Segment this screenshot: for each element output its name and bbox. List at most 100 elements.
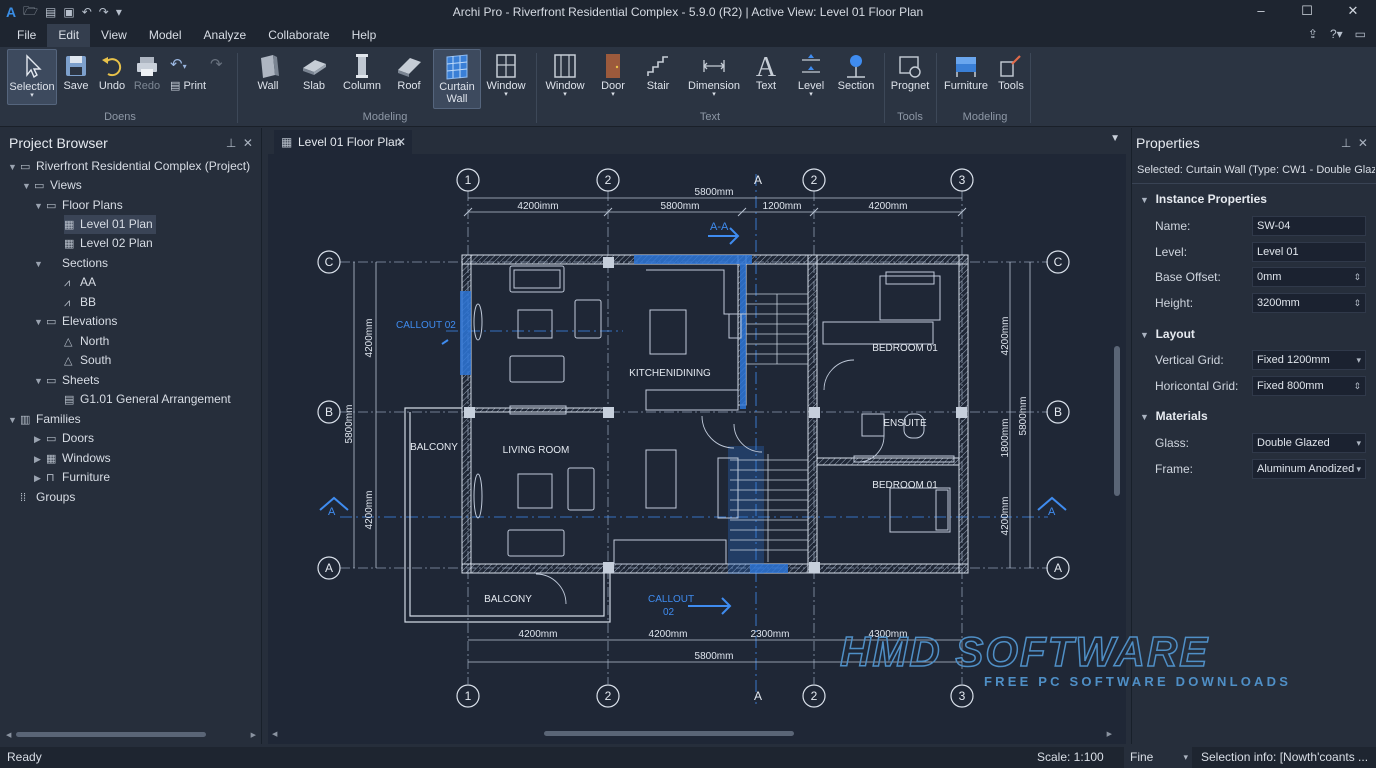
tree-item-windows[interactable]: ▶ ▦ Windows (34, 449, 111, 468)
undo-small-icon[interactable]: ↶▾ (170, 55, 187, 73)
selection-info: Selection info: [Nowth'coants ... (1201, 750, 1369, 764)
menu-edit[interactable]: Edit (47, 24, 91, 47)
view-tab-strip: ▦ Level 01 Floor Plan ✕ ▼ (268, 128, 1126, 154)
slab-button[interactable]: Slab (290, 49, 338, 105)
redo-quick-icon[interactable]: ↷ (99, 5, 109, 19)
share-icon[interactable]: ⇪ (1308, 27, 1318, 41)
grid-label-top-1: 1 (465, 173, 472, 187)
tree-item-sheets[interactable]: ▼ ▭ Sheets (34, 371, 99, 390)
close-tab-icon[interactable]: ✕ (396, 130, 406, 154)
menu-analyze[interactable]: Analyze (193, 24, 258, 47)
prop-base-offset-field[interactable]: 0mm ⇕ (1252, 267, 1366, 287)
pin-ribbon-icon[interactable]: ▭ (1355, 27, 1366, 41)
customize-quick-icon[interactable]: ▾ (116, 5, 122, 19)
tree-item-sheet-g101[interactable]: ▤ G1.01 General Arrangement (64, 390, 231, 409)
menu-help[interactable]: Help (341, 24, 388, 47)
tools-button[interactable]: Tools (987, 49, 1035, 105)
prop-level-field[interactable]: Level 01 (1252, 242, 1366, 262)
tree-item-views[interactable]: ▼ ▭ Views (22, 176, 82, 195)
tree-item-bb[interactable]: ⩘ BB (64, 293, 96, 312)
stair-button[interactable]: Stair (634, 49, 682, 105)
open-folder-icon[interactable]: 🗁 (23, 2, 38, 23)
browser-hscrollbar[interactable]: ◀ ▶ (6, 731, 256, 739)
section-instance-properties[interactable]: ▼ Instance Properties (1140, 192, 1267, 206)
tree-item-furniture[interactable]: ▶ ⊓ Furniture (34, 468, 110, 487)
tab-level-01-floor-plan[interactable]: ▦ Level 01 Floor Plan ✕ (274, 130, 412, 154)
tree-item-sections[interactable]: ▼ Sections (34, 254, 108, 273)
detail-level-select[interactable]: Fine ▾ (1124, 747, 1192, 768)
save-button[interactable]: Save (58, 49, 94, 105)
folder-icon[interactable]: ▤ (45, 5, 56, 19)
wall-button[interactable]: Wall (244, 49, 292, 105)
selection-button[interactable]: Selection ▾ (7, 49, 57, 105)
dim-right-4: 4200mm (1000, 497, 1011, 536)
level-button[interactable]: Level ▾ (787, 49, 835, 105)
column-button[interactable]: Column (338, 49, 386, 105)
prop-name-field[interactable]: SW-04 (1252, 216, 1366, 236)
undo-quick-icon[interactable]: ↶ (82, 5, 92, 19)
prop-height-field[interactable]: 3200mm ⇕ (1252, 293, 1366, 313)
roof-button[interactable]: Roof (385, 49, 433, 105)
door-button[interactable]: Door ▾ (589, 49, 637, 105)
tree-item-aa[interactable]: ⩘ AA (64, 273, 96, 292)
separator (1132, 183, 1376, 184)
tree-item-north[interactable]: △ North (64, 332, 109, 351)
maximize-button[interactable]: ☐ (1284, 0, 1330, 24)
selected-element-info: Selected: Curtain Wall (Type: CW1 - Doub… (1137, 164, 1375, 176)
tab-list-dropdown-icon[interactable]: ▼ (1110, 133, 1120, 144)
prop-horizontal-grid-field[interactable]: Fixed 800mm ⇕ (1252, 376, 1366, 396)
prognet-button[interactable]: Prognet (886, 49, 934, 105)
spinner-icon[interactable]: ⇕ (1353, 268, 1361, 286)
tree-item-project[interactable]: ▼ ▭ Riverfront Residential Complex (Projec… (8, 157, 250, 176)
tree-item-level-01-plan[interactable]: ▦ Level 01 Plan (64, 215, 156, 234)
window-button[interactable]: Window ▾ (482, 49, 530, 105)
spinner-icon[interactable]: ⇕ (1353, 377, 1361, 395)
curtain-wall-button[interactable]: Curtain Wall (433, 49, 481, 109)
furniture-button[interactable]: Furniture (942, 49, 990, 105)
prop-frame-select[interactable]: Aluminum Anodized ▾ (1252, 459, 1366, 479)
dim-top-3: 1200mm (763, 201, 802, 212)
undo-button[interactable]: Undo (94, 49, 130, 105)
minimize-button[interactable]: – (1238, 0, 1284, 24)
column-icon (356, 54, 368, 78)
dimension-button[interactable]: Dimension ▾ (686, 49, 742, 105)
grid-label-left-a: A (325, 561, 333, 575)
save-quick-icon[interactable]: ▣ (63, 5, 74, 19)
tree-item-doors[interactable]: ▶ ▭ Doors (34, 429, 94, 448)
help-icon[interactable]: ?▾ (1330, 27, 1343, 41)
window-button-2[interactable]: Window ▾ (541, 49, 589, 105)
section-button[interactable]: Section (832, 49, 880, 105)
chevron-down-icon: ▾ (1356, 438, 1361, 448)
tree-item-families[interactable]: ▼ ▥ Families (8, 410, 81, 429)
redo-button[interactable]: Redo (129, 49, 165, 105)
prop-row-vertical-grid: Vertical Grid: Fixed 1200mm ▾ (1132, 349, 1376, 371)
redo-small-icon[interactable]: ↷ (210, 55, 223, 73)
spinner-icon[interactable]: ⇕ (1353, 294, 1361, 312)
group-label-doens: Doens (104, 111, 136, 123)
text-button[interactable]: A Text (742, 49, 790, 105)
prop-vertical-grid-select[interactable]: Fixed 1200mm ▾ (1252, 350, 1366, 370)
print-small-icon: ▤ (170, 80, 181, 92)
section-layout[interactable]: ▼ Layout (1140, 327, 1195, 341)
menu-view[interactable]: View (90, 24, 138, 47)
menu-model[interactable]: Model (138, 24, 193, 47)
print-button[interactable]: ▤ Print (170, 79, 206, 92)
menu-file[interactable]: File (6, 24, 47, 47)
prop-row-height: Height: 3200mm ⇕ (1132, 292, 1376, 314)
tree-item-south[interactable]: △ South (64, 351, 111, 370)
scale-indicator[interactable]: Scale: 1:100 (1037, 747, 1104, 768)
canvas-hscrollbar[interactable]: ◀ ▶ (272, 730, 1112, 738)
section-materials[interactable]: ▼ Materials (1140, 409, 1208, 423)
folder-icon: ▭ (34, 180, 45, 192)
pin-close-controls[interactable]: ⊥ ✕ (226, 128, 253, 158)
tree-item-elevations[interactable]: ▼ ▭ Elevations (34, 312, 117, 331)
pin-close-controls[interactable]: ⊥ ✕ (1341, 128, 1368, 158)
close-button[interactable]: ✕ (1330, 0, 1376, 24)
tree-item-floor-plans[interactable]: ▼ ▭ Floor Plans (34, 196, 123, 215)
quick-access-toolbar: A 🗁 ▤ ▣ ↶ ↷ ▾ (0, 2, 122, 23)
prop-glass-select[interactable]: Double Glazed ▾ (1252, 433, 1366, 453)
tree-item-level-02-plan[interactable]: ▦ Level 02 Plan (64, 234, 153, 253)
dim-right-3: 5800mm (1018, 397, 1029, 436)
tree-item-groups[interactable]: ⁞⁞ Groups (20, 488, 75, 507)
menu-collaborate[interactable]: Collaborate (257, 24, 340, 47)
